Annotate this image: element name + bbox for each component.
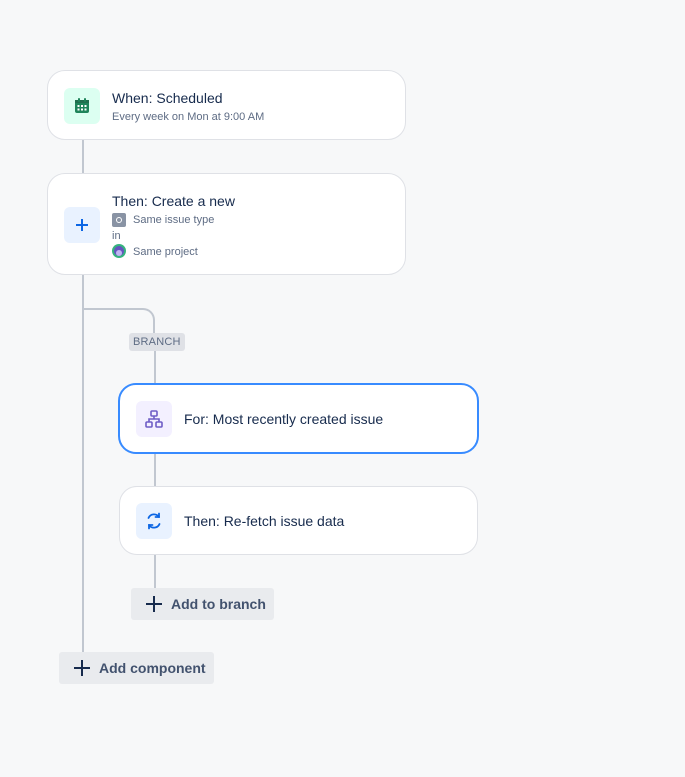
- branch-hierarchy-icon: [136, 401, 172, 437]
- issue-type-icon: [112, 213, 126, 227]
- add-to-branch-label: Add to branch: [171, 596, 266, 612]
- branch-for-card[interactable]: For: Most recently created issue: [118, 383, 479, 454]
- trigger-schedule: Every week on Mon at 9:00 AM: [112, 111, 265, 123]
- issue-type-value: Same issue type: [133, 214, 215, 226]
- plus-icon: [146, 596, 162, 612]
- rail-for-to-refetch: [154, 453, 156, 487]
- rail-trigger-to-create: [82, 139, 84, 173]
- branch-label: BRANCH: [129, 333, 185, 351]
- add-component-button[interactable]: Add component: [59, 652, 214, 684]
- create-action-title: Then: Create a new: [112, 193, 235, 209]
- create-action-card[interactable]: Then: Create a new Same issue type in Sa…: [47, 173, 406, 275]
- add-to-branch-button[interactable]: Add to branch: [131, 588, 274, 620]
- refetch-title: Then: Re-fetch issue data: [184, 513, 345, 529]
- plus-icon: [64, 207, 100, 243]
- trigger-title: When: Scheduled: [112, 90, 223, 106]
- plus-icon: [74, 660, 90, 676]
- project-value: Same project: [133, 246, 198, 258]
- trigger-card[interactable]: When: Scheduled Every week on Mon at 9:0…: [47, 70, 406, 140]
- rail-refetch-to-add: [154, 554, 156, 588]
- branch-for-title: For: Most recently created issue: [184, 411, 384, 427]
- calendar-icon: [64, 88, 100, 124]
- in-label: in: [112, 230, 121, 242]
- refresh-icon: [136, 503, 172, 539]
- refetch-action-card[interactable]: Then: Re-fetch issue data: [119, 486, 478, 555]
- rail-branch-to-for: [154, 350, 156, 383]
- project-avatar-icon: [112, 244, 126, 258]
- add-component-label: Add component: [99, 660, 206, 676]
